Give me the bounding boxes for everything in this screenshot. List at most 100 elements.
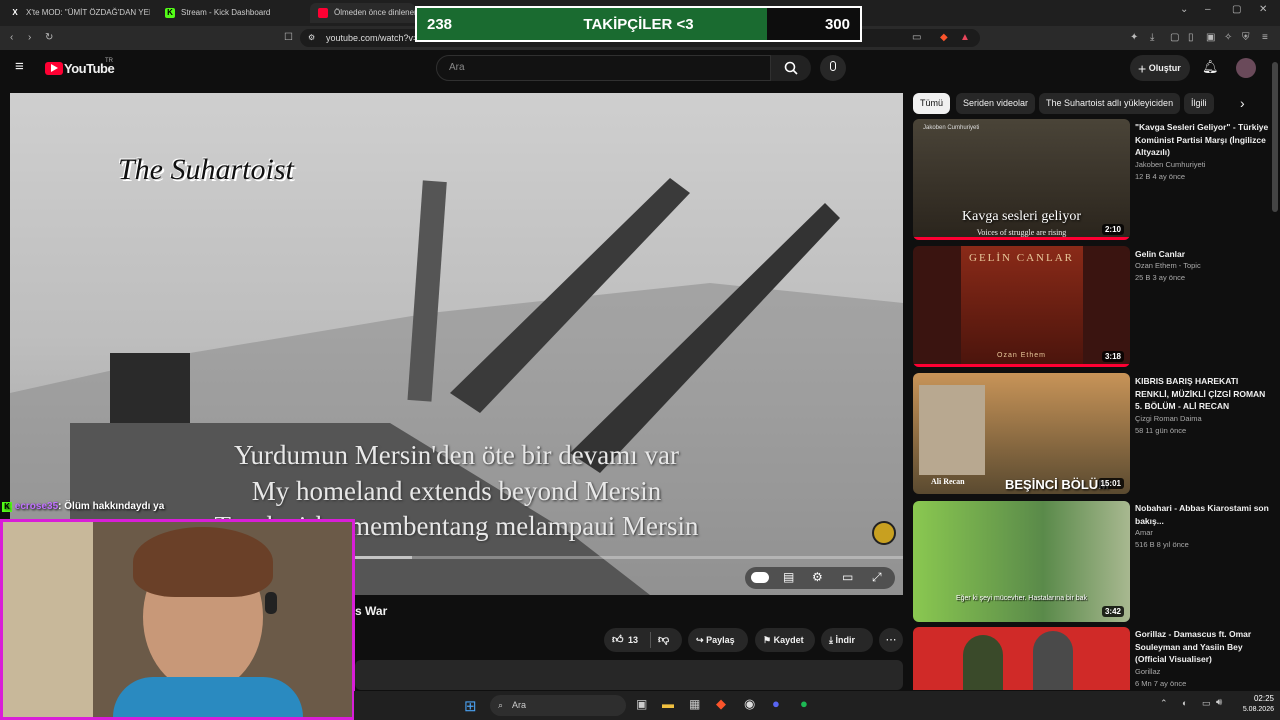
search-icon bbox=[784, 61, 798, 75]
chevron-right-icon[interactable]: › bbox=[1240, 95, 1245, 111]
share-icon: ↪ bbox=[696, 635, 704, 645]
forward-icon[interactable]: › bbox=[28, 32, 31, 43]
brave-shield-icon[interactable]: ◆ bbox=[940, 32, 948, 43]
download-label: İndir bbox=[835, 635, 856, 645]
brave-rewards-icon[interactable]: ▲ bbox=[960, 32, 970, 43]
recommendation-title[interactable]: Gelin Canlar bbox=[1135, 248, 1270, 261]
like-count[interactable]: 13 bbox=[628, 628, 638, 652]
downloads-icon[interactable]: ⤓ bbox=[1150, 32, 1154, 43]
thumbnail-subcaption: Ali Recan bbox=[931, 477, 965, 486]
recommendation-thumbnail[interactable]: GELİN CANLAR Ozan Ethem 3:18 bbox=[913, 246, 1130, 367]
avatar[interactable] bbox=[1236, 58, 1256, 78]
like-icon[interactable]: 👍︎ bbox=[612, 628, 624, 652]
search-input[interactable]: Ara bbox=[436, 55, 771, 81]
thumbnail-subcaption: Ozan Ethem bbox=[997, 352, 1046, 359]
leo-icon[interactable]: ✧ bbox=[1224, 32, 1232, 43]
obs-icon[interactable]: ◉ bbox=[744, 696, 755, 712]
bookmark-icon[interactable]: ☐ bbox=[284, 32, 293, 43]
clock-time[interactable]: 02:25 bbox=[1234, 694, 1274, 703]
menu-icon[interactable]: ≡ bbox=[1262, 32, 1268, 43]
theater-mode-icon[interactable]: ▭ bbox=[842, 570, 853, 584]
download-button[interactable]: ⤓ İndir bbox=[821, 628, 873, 652]
dislike-icon[interactable]: 👎︎ bbox=[658, 628, 669, 652]
autoplay-toggle[interactable] bbox=[751, 572, 769, 583]
recommendation-thumbnail[interactable] bbox=[913, 627, 1130, 690]
webcam-background bbox=[3, 522, 93, 717]
file-explorer-icon[interactable]: ▬ bbox=[662, 697, 674, 711]
recommendation-thumbnail[interactable]: Ali Recan BEŞİNCİ BÖLÜM 15:01 bbox=[913, 373, 1130, 494]
taskbar-search-label: Ara bbox=[512, 700, 527, 710]
webcam-shirt bbox=[113, 677, 303, 717]
recommendation-title[interactable]: Nobahari - Abbas Kiarostami son bakış... bbox=[1135, 502, 1270, 527]
chip-uploader[interactable]: The Suhartoist adlı yükleyiciden bbox=[1039, 93, 1181, 114]
taskbar-search[interactable]: ⌕ Ara bbox=[490, 695, 626, 716]
cast-icon[interactable]: ▭ bbox=[912, 32, 921, 43]
chat-text: : Ölüm hakkındaydı ya bbox=[58, 501, 165, 512]
hamburger-menu-icon[interactable]: ≡ bbox=[15, 58, 24, 75]
create-button[interactable]: + Oluştur bbox=[1130, 55, 1190, 81]
youtube-logo-icon[interactable] bbox=[45, 62, 63, 75]
fullscreen-icon[interactable]: ⤢ bbox=[872, 570, 882, 585]
page-scrollbar[interactable] bbox=[1272, 62, 1278, 212]
chip-series[interactable]: Seriden videolar bbox=[956, 93, 1036, 114]
recommendation-channel[interactable]: Amar bbox=[1135, 527, 1270, 539]
recommendation-channel[interactable]: Gorillaz bbox=[1135, 666, 1270, 678]
search-button[interactable] bbox=[771, 55, 811, 81]
clock-date[interactable]: 5.08.2026 bbox=[1216, 706, 1274, 713]
browser-tab[interactable]: K Stream - Kick Dashboard bbox=[157, 3, 305, 23]
save-label: Kaydet bbox=[773, 635, 804, 645]
chat-username: ecrose35 bbox=[14, 501, 59, 512]
spotify-icon[interactable]: ● bbox=[800, 696, 808, 711]
tray-icon[interactable]: ◐ bbox=[1182, 698, 1187, 708]
calculator-icon[interactable]: ▦ bbox=[689, 697, 700, 711]
vpn-icon[interactable]: ⛨ bbox=[1242, 32, 1250, 43]
watched-progress bbox=[913, 364, 1130, 367]
tab-list-icon[interactable]: ⌄ bbox=[1180, 4, 1188, 15]
voice-search-button[interactable] bbox=[820, 55, 846, 81]
recommendation-channel[interactable]: Jakoben Cumhuriyeti bbox=[1135, 159, 1270, 171]
browser-tab-active[interactable]: Ölmeden önce dinlenen bbox=[310, 3, 415, 23]
maximize-icon[interactable]: ▢ bbox=[1232, 4, 1241, 15]
subtitles-icon[interactable]: ▤ bbox=[783, 570, 794, 584]
reload-icon[interactable]: ↻ bbox=[45, 32, 53, 43]
discord-icon[interactable]: ● bbox=[772, 696, 780, 711]
save-button[interactable]: ⚑ Kaydet bbox=[755, 628, 815, 652]
follower-goal-label: TAKİPÇİLER <3 bbox=[583, 16, 694, 33]
thumbnail-caption: GELİN CANLAR bbox=[969, 252, 1074, 264]
more-actions-button[interactable]: ⋯ bbox=[879, 628, 903, 652]
system-tray-chevron-icon[interactable]: ⌃ bbox=[1160, 698, 1168, 709]
recommendation-thumbnail[interactable]: Jakoben Cumhuriyeti Kavga sesleri geliyo… bbox=[913, 119, 1130, 240]
microphone-icon bbox=[830, 61, 836, 71]
wallet-icon[interactable]: ▣ bbox=[1206, 32, 1215, 43]
share-button[interactable]: ↪ Paylaş bbox=[688, 628, 748, 652]
back-icon[interactable]: ‹ bbox=[10, 32, 13, 43]
network-icon[interactable]: ▭ bbox=[1202, 698, 1211, 709]
recommendation-thumbnail[interactable]: Eğer ki şeyi mücevher. Hastalarına bir b… bbox=[913, 501, 1130, 622]
recommendation-meta: 6 Mn 7 ay önce bbox=[1135, 679, 1187, 688]
recommendation-title[interactable]: "Kavga Sesleri Geliyor" - Türkiye Komüni… bbox=[1135, 121, 1270, 159]
bookmarks-icon[interactable]: ▢ bbox=[1170, 32, 1179, 43]
recommendation-title[interactable]: KIBRIS BARIŞ HAREKATI RENKLİ, MÜZİKLİ Çİ… bbox=[1135, 375, 1270, 413]
description-box[interactable] bbox=[355, 660, 903, 690]
share-label: Paylaş bbox=[706, 635, 735, 645]
notifications-bell-icon[interactable]: 🔔︎ bbox=[1202, 59, 1219, 75]
close-icon[interactable]: ✕ bbox=[1259, 4, 1267, 15]
task-view-icon[interactable]: ▣ bbox=[636, 697, 647, 711]
thumbnail-portrait bbox=[919, 385, 985, 475]
recommendation-channel[interactable]: Ozan Ethem - Topic bbox=[1135, 260, 1270, 272]
chip-all[interactable]: Tümü bbox=[913, 93, 951, 114]
browser-tab[interactable]: X X'te MOD: "ÜMİT ÖZDAĞ'DAN YENİ bbox=[2, 3, 150, 23]
watched-progress bbox=[913, 237, 1130, 240]
tab-label: Ölmeden önce dinlenen bbox=[334, 8, 415, 17]
extensions-icon[interactable]: ✦ bbox=[1130, 32, 1138, 43]
recommendation-title[interactable]: Gorillaz - Damascus ft. Omar Souleyman a… bbox=[1135, 628, 1270, 666]
settings-gear-icon[interactable]: ⚙ bbox=[812, 570, 823, 584]
chip-related[interactable]: İlgili bbox=[1184, 93, 1214, 114]
windows-start-icon[interactable]: ⊞ bbox=[464, 697, 477, 715]
region-code: TR bbox=[105, 58, 113, 64]
sidebar-icon[interactable]: ▯ bbox=[1188, 32, 1194, 43]
minimize-icon[interactable]: – bbox=[1205, 4, 1211, 15]
channel-badge-icon[interactable] bbox=[872, 521, 896, 545]
brave-browser-icon[interactable]: ◆ bbox=[716, 696, 726, 712]
recommendation-channel[interactable]: Çizgi Roman Daima bbox=[1135, 413, 1270, 425]
